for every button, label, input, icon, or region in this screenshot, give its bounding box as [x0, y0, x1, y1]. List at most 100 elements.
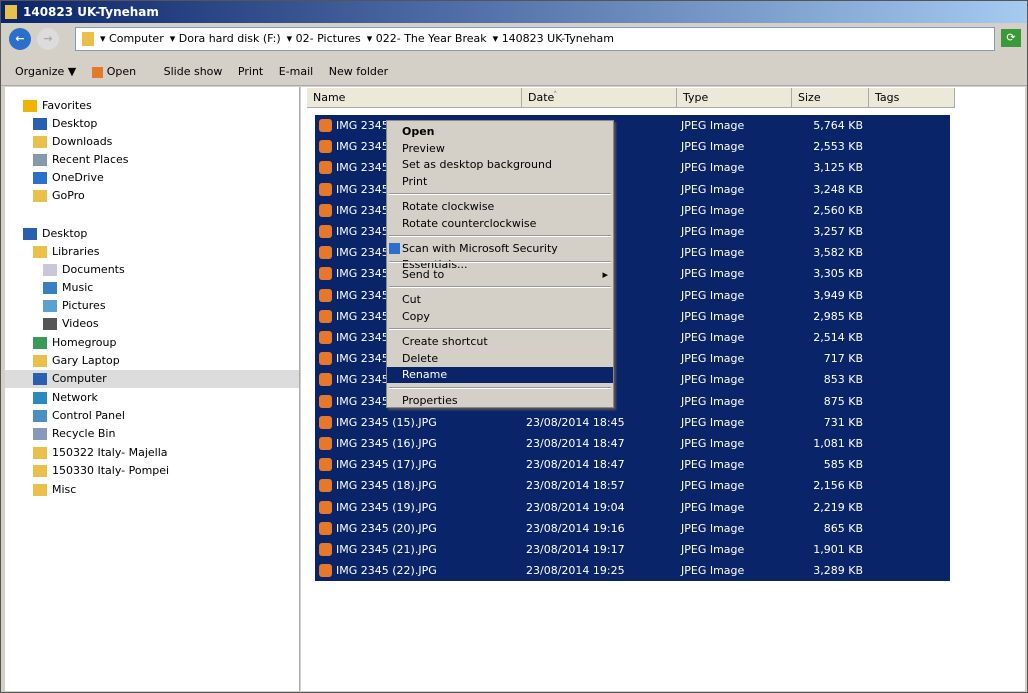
print-button[interactable]: Print: [238, 65, 263, 78]
sidebar-item-label: Homegroup: [52, 336, 117, 349]
submenu-arrow-icon: ▸: [602, 267, 608, 281]
jpeg-file-icon: [319, 521, 332, 535]
jpeg-file-icon: [319, 352, 332, 366]
explorer-window: 140823 UK-Tyneham ← → ▾ Computer ▾ Dora h…: [0, 0, 1028, 693]
column-header-type[interactable]: Type: [677, 88, 792, 108]
file-row[interactable]: IMG 2345 (16).JPG 23/08/2014 18:47 JPEG Im…: [315, 433, 950, 454]
jpeg-file-icon: [319, 288, 332, 302]
file-date: 23/08/2014 18:57: [526, 479, 625, 493]
file-name: IMG 2345: [336, 373, 389, 387]
file-row[interactable]: IMG 2345 (18).JPG 23/08/2014 18:57 JPEG Im…: [315, 475, 950, 496]
open-button[interactable]: Open: [91, 65, 148, 78]
file-row[interactable]: IMG 2345 (21).JPG 23/08/2014 19:17 JPEG Im…: [315, 539, 950, 560]
sidebar-item-gopro[interactable]: GoPro: [5, 187, 299, 205]
menu-item-label: Rename: [402, 368, 448, 381]
file-row[interactable]: IMG 2345 (20).JPG 23/08/2014 19:16 JPEG Im…: [315, 518, 950, 539]
back-button[interactable]: ←: [9, 28, 31, 50]
sidebar-item-music[interactable]: Music: [5, 279, 299, 297]
file-row[interactable]: IMG 2345 (22).JPG 23/08/2014 19:25 JPEG Im…: [315, 560, 950, 581]
organize-button[interactable]: Organize ▼: [15, 65, 76, 78]
menu-item-send-to[interactable]: Send to ▸: [387, 267, 613, 283]
sidebar-item-misc[interactable]: Misc: [5, 481, 299, 499]
column-header-size[interactable]: Size: [792, 88, 869, 108]
breadcrumb-item[interactable]: Computer: [109, 32, 164, 45]
sidebar-item-network[interactable]: Network: [5, 389, 299, 407]
sidebar-item-pictures[interactable]: Pictures: [5, 297, 299, 315]
sidebar-item-gary-laptop[interactable]: Gary Laptop: [5, 352, 299, 370]
sidebar-item-label: Recycle Bin: [52, 427, 116, 440]
email-button[interactable]: E-mail: [279, 65, 314, 78]
new-folder-button[interactable]: New folder: [329, 65, 388, 78]
sidebar-item-favorites[interactable]: Favorites: [5, 97, 299, 115]
menu-item-rename[interactable]: Rename: [387, 367, 613, 383]
sidebar-item-downloads[interactable]: Downloads: [5, 133, 299, 151]
menu-item-create-shortcut[interactable]: Create shortcut: [387, 334, 613, 350]
file-date: 23/08/2014 19:25: [526, 564, 625, 578]
context-menu: Open Preview Set as desktop background Prin…: [386, 120, 614, 408]
breadcrumb-item[interactable]: 02- Pictures: [296, 32, 361, 45]
menu-item-label: Rotate counterclockwise: [402, 216, 537, 230]
column-header-name[interactable]: Name: [307, 88, 522, 108]
menu-item-print[interactable]: Print: [387, 174, 613, 190]
slideshow-button[interactable]: Slide show: [164, 65, 223, 78]
sidebar-item-recent-places[interactable]: Recent Places: [5, 151, 299, 169]
sidebar-item-desktop[interactable]: Desktop: [5, 115, 299, 133]
sidebar-item-documents[interactable]: Documents: [5, 261, 299, 279]
library-icon: [33, 246, 47, 258]
menu-item-cut[interactable]: Cut: [387, 292, 613, 308]
sidebar-item-computer[interactable]: Computer: [5, 370, 299, 388]
open-label: Open: [106, 65, 137, 78]
jpeg-file-icon: [319, 119, 332, 132]
sidebar-item-control-panel[interactable]: Control Panel: [5, 407, 299, 425]
file-size: 2,514 KB: [813, 331, 863, 344]
menu-item-rotate-counterclockwise[interactable]: Rotate counterclockwise: [387, 216, 613, 232]
sidebar-item-libraries[interactable]: Libraries: [5, 243, 299, 261]
folder-icon: [33, 355, 47, 367]
jpeg-file-icon: [319, 500, 332, 514]
menu-item-rotate-clockwise[interactable]: Rotate clockwise: [387, 199, 613, 215]
menu-item-preview[interactable]: Preview: [387, 141, 613, 157]
breadcrumb-item[interactable]: Dora hard disk (F:): [179, 32, 281, 45]
breadcrumb-item[interactable]: 140823 UK-Tyneham: [502, 32, 614, 45]
file-row[interactable]: IMG 2345 (19).JPG 23/08/2014 19:04 JPEG Im…: [315, 497, 950, 518]
file-type: JPEG Image: [681, 309, 745, 323]
menu-item-label: Set as desktop background: [402, 158, 552, 171]
sidebar-item-onedrive[interactable]: OneDrive: [5, 169, 299, 187]
file-type: JPEG Image: [681, 458, 745, 472]
menu-item-copy[interactable]: Copy: [387, 309, 613, 325]
sidebar-item-150322-italy-majella[interactable]: 150322 Italy- Majella: [5, 444, 299, 462]
file-name: IMG 2345 (18).JPG: [336, 479, 437, 493]
jpeg-file-icon: [319, 373, 332, 387]
computer-icon: [33, 373, 47, 385]
menu-separator: [389, 193, 611, 195]
file-type: JPEG Image: [681, 521, 745, 535]
refresh-button[interactable]: ⟳: [1001, 29, 1021, 47]
forward-button[interactable]: →: [37, 28, 59, 50]
file-type: JPEG Image: [681, 140, 745, 154]
menu-item-properties[interactable]: Properties: [387, 393, 613, 409]
sidebar-item-label: OneDrive: [52, 171, 104, 184]
sidebar-item-label: 150322 Italy- Majella: [52, 446, 168, 459]
breadcrumb-item[interactable]: 022- The Year Break: [376, 32, 487, 45]
file-type: JPEG Image: [681, 331, 745, 344]
jpeg-file-icon: [319, 458, 332, 472]
file-row[interactable]: IMG 2345 (17).JPG 23/08/2014 18:47 JPEG Im…: [315, 454, 950, 475]
file-size: 2,560 KB: [813, 203, 863, 217]
sidebar-item-homegroup[interactable]: Homegroup: [5, 334, 299, 352]
sidebar-item-150330-italy-pompei[interactable]: 150330 Italy- Pompei: [5, 462, 299, 480]
sidebar-item-videos[interactable]: Videos: [5, 315, 299, 333]
sidebar-item-recycle-bin[interactable]: Recycle Bin: [5, 425, 299, 443]
file-name: IMG 2345: [336, 119, 389, 132]
file-type: JPEG Image: [681, 203, 745, 217]
menu-item-scan-with-microsoft-security-essentials[interactable]: Scan with Microsoft Security Essentials.…: [387, 241, 613, 271]
column-header-date[interactable]: Date: [522, 88, 677, 108]
file-row[interactable]: IMG 2345 (15).JPG 23/08/2014 18:45 JPEG Im…: [315, 412, 950, 433]
column-header-tags[interactable]: Tags: [869, 88, 955, 108]
sidebar-item-desktop[interactable]: Desktop: [5, 225, 299, 243]
address-bar[interactable]: ▾ Computer ▾ Dora hard disk (F:) ▾ 02- Pic…: [75, 27, 995, 51]
address-bar-area: ← → ▾ Computer ▾ Dora hard disk (F:) ▾ 02-…: [5, 26, 1023, 52]
menu-item-delete[interactable]: Delete: [387, 351, 613, 367]
sidebar-item-label: Favorites: [42, 99, 92, 112]
menu-item-open[interactable]: Open: [387, 124, 613, 140]
menu-item-set-as-desktop-background[interactable]: Set as desktop background: [387, 157, 613, 173]
